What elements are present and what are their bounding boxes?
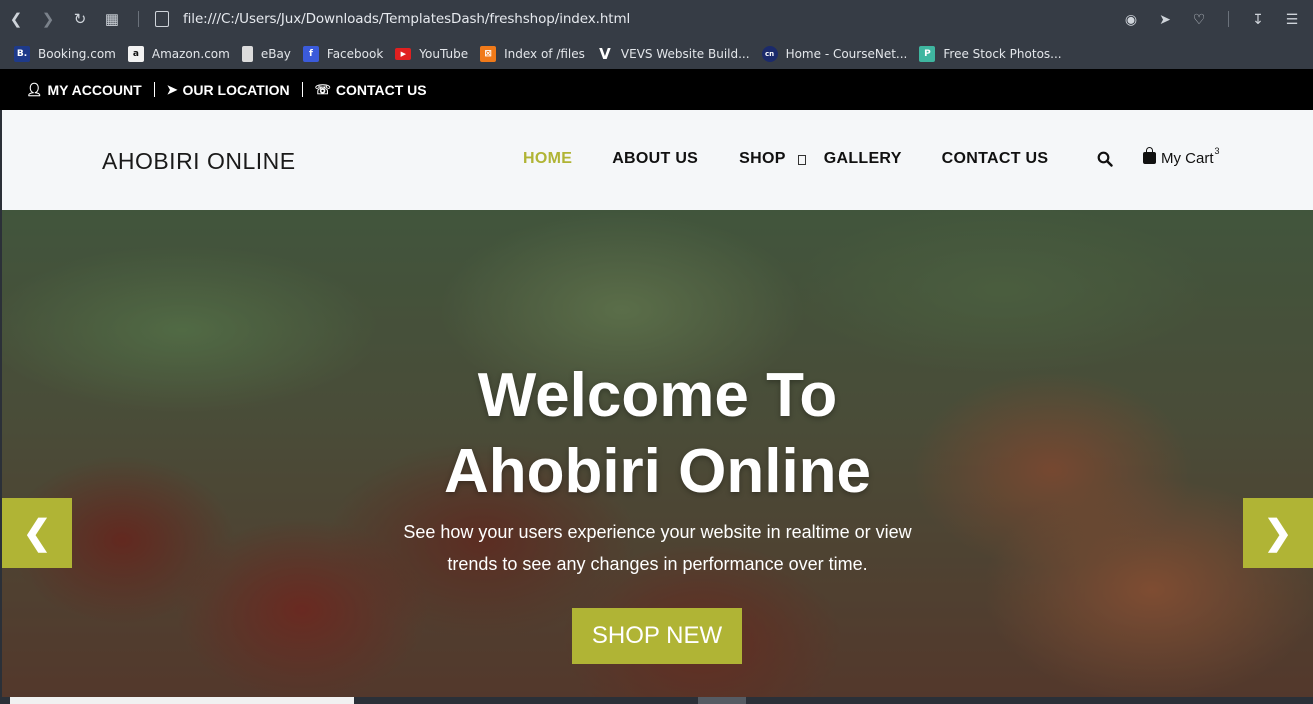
cart-link[interactable]: My Cart 3 — [1143, 146, 1220, 167]
tabs-grid-icon[interactable]: ▦ — [96, 0, 128, 38]
slider-next-icon[interactable]: ❯ — [1243, 498, 1313, 568]
shopping-bag-icon — [1143, 146, 1156, 164]
heart-icon[interactable]: ♡ — [1184, 0, 1214, 38]
reload-icon[interactable]: ↻ — [64, 0, 96, 38]
our-location-link[interactable]: ➤ OUR LOCATION — [167, 82, 290, 98]
nav-about[interactable]: ABOUT US — [612, 150, 698, 168]
bookmark-stock-photos[interactable]: P Free Stock Photos... — [919, 45, 1062, 62]
search-icon[interactable] — [1097, 151, 1113, 167]
nav-shop[interactable]: SHOP — [739, 150, 806, 168]
taskbar — [0, 697, 1313, 704]
vevs-icon: V — [599, 44, 611, 63]
dropdown-icon — [797, 155, 806, 165]
page-icon — [241, 45, 253, 62]
contact-us-link[interactable]: ☏ CONTACT US — [315, 82, 427, 98]
hero-slider: Welcome To Ahobiri Online See how your u… — [2, 210, 1313, 697]
xampp-icon: ⊠ — [480, 45, 497, 62]
main-nav: HOME ABOUT US SHOP GALLERY CONTACT US — [523, 150, 1048, 168]
location-arrow-icon: ➤ — [166, 81, 178, 97]
bookmark-youtube[interactable]: ▶ YouTube — [395, 47, 468, 61]
taskbar-search[interactable] — [10, 697, 354, 704]
bookmark-index-files[interactable]: ⊠ Index of /files — [480, 45, 585, 62]
bookmarks-bar: B. Booking.com a Amazon.com eBay f Facebook… — [0, 38, 1313, 69]
nav-gallery[interactable]: GALLERY — [824, 150, 902, 168]
send-icon[interactable]: ➤ — [1150, 0, 1180, 38]
address-bar[interactable]: file:///C:/Users/Jux/Downloads/Templates… — [183, 11, 630, 27]
bookmark-coursenet[interactable]: cn Home - CourseNet... — [761, 45, 907, 62]
nav-contact[interactable]: CONTACT US — [942, 150, 1049, 168]
slider-prev-icon[interactable]: ❮ — [2, 498, 72, 568]
site-topbar: 👤︎ MY ACCOUNT ➤ OUR LOCATION ☏ CONTACT US — [0, 69, 1313, 110]
taskbar-item[interactable] — [698, 697, 746, 704]
user-icon: 👤︎ — [26, 81, 43, 97]
hero-title: Welcome To Ahobiri Online — [443, 361, 872, 506]
browser-toolbar: ❮ ❯ ↻ ▦ file:///C:/Users/Jux/Downloads/T… — [0, 0, 1313, 38]
bookmark-amazon[interactable]: a Amazon.com — [127, 45, 230, 62]
topbar-divider — [301, 82, 303, 97]
site-header: AHOBIRI ONLINE HOME ABOUT US SHOP GALLER… — [2, 110, 1313, 210]
toolbar-divider — [138, 11, 139, 27]
menu-icon[interactable]: ☰ — [1277, 0, 1307, 38]
booking-icon: B. — [14, 45, 30, 62]
headset-icon: ☏ — [314, 81, 331, 97]
topbar-divider — [153, 82, 155, 97]
site-logo[interactable]: AHOBIRI ONLINE — [102, 148, 296, 175]
forward-icon[interactable]: ❯ — [32, 0, 64, 38]
hero-subtitle: See how your users experience your websi… — [403, 522, 912, 574]
back-icon[interactable]: ❮ — [0, 0, 32, 38]
camera-icon[interactable]: ◉ — [1116, 0, 1146, 38]
bookmark-ebay[interactable]: eBay — [241, 45, 291, 62]
stock-photos-icon: P — [919, 45, 936, 62]
bookmark-facebook[interactable]: f Facebook — [302, 45, 383, 62]
coursenet-icon: cn — [761, 45, 778, 62]
page-icon — [155, 11, 169, 27]
cart-count-badge: 3 — [1214, 145, 1220, 156]
bookmark-booking[interactable]: B. Booking.com — [14, 45, 116, 62]
amazon-icon: a — [127, 45, 144, 62]
shop-new-button[interactable]: SHOP NEW — [572, 608, 742, 664]
download-icon[interactable]: ↧ — [1243, 0, 1273, 38]
bookmark-vevs[interactable]: V VEVS Website Build... — [597, 44, 749, 63]
toolbar-divider — [1228, 11, 1229, 27]
youtube-icon: ▶ — [395, 47, 412, 60]
facebook-icon: f — [302, 45, 319, 62]
nav-home[interactable]: HOME — [523, 150, 572, 168]
my-account-link[interactable]: 👤︎ MY ACCOUNT — [26, 82, 142, 98]
